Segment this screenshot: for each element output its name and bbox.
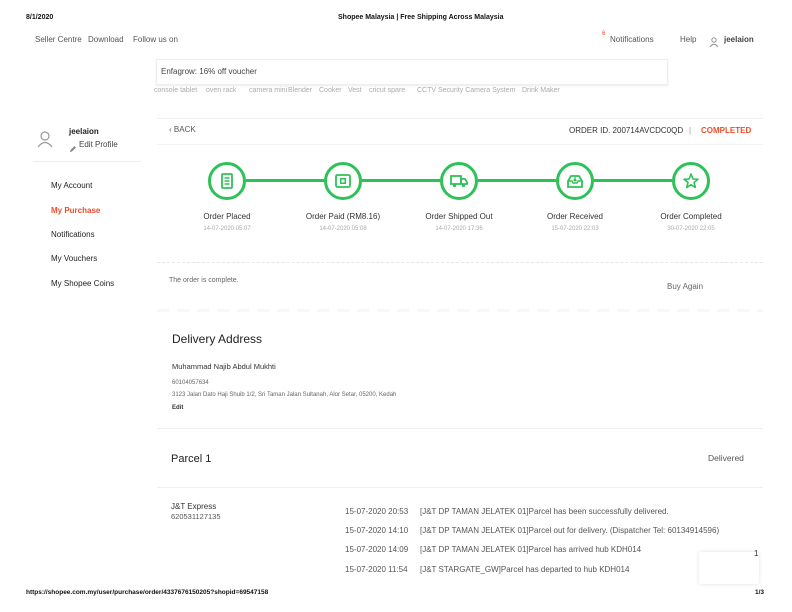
tracking-desc: [J&T DP TAMAN JELATEK 01]Parcel out for … [420,526,720,535]
suggestion-item[interactable]: Cooker [319,87,342,94]
main-panel-top-border [157,118,763,119]
delivery-address-heading: Delivery Address [172,332,263,346]
step-order-shipped [440,162,478,200]
follow-us-link[interactable]: Follow us on [133,35,178,44]
complete-message: The order is complete. [169,277,239,284]
user-icon[interactable] [709,34,719,48]
avatar[interactable] [35,129,55,149]
step-connector [594,179,672,182]
step-order-received [556,162,594,200]
step-time: 15-07-2020 22:03 [551,226,599,232]
tracking-number: 620531127135 [171,512,221,521]
step-label: Order Paid (RM8.16) [305,212,381,221]
recipient-name: Muhammad Najib Abdul Mukhti [172,362,276,371]
back-label: BACK [173,125,196,134]
recipient-phone: 60104057634 [172,380,209,386]
suggestion-item[interactable]: Vest [348,87,362,94]
step-order-completed [672,162,710,200]
courier-name: J&T Express [171,502,217,511]
tracking-desc: [J&T DP TAMAN JELATEK 01]Parcel has been… [420,507,669,516]
step-time: 14-07-2020 05:08 [319,226,367,232]
recipient-address: 3123 Jalan Dato Haji Shuib 1/2, Sri Tama… [172,392,397,398]
edit-profile-link[interactable]: Edit Profile [79,140,118,149]
suggestion-item[interactable]: cricut spare [369,87,405,94]
step-connector [246,179,324,182]
chat-widget[interactable] [699,552,759,584]
tracking-desc: [J&T STARGATE_GW]Parcel has departed to … [420,565,630,574]
username-link[interactable]: jeelaion [724,35,754,44]
sidebar-item-my-vouchers[interactable]: My Vouchers [51,254,97,263]
tracking-time: 15-07-2020 14:10 [345,526,409,535]
chat-badge: 1 [754,549,759,558]
print-url: https://shopee.com.my/user/purchase/orde… [26,589,269,596]
suggestion-item[interactable]: console tablet [154,87,197,94]
inbox-icon [567,175,583,188]
tracking-time: 15-07-2020 11:54 [345,565,408,574]
step-label: Order Shipped Out [425,212,493,221]
suggestion-item[interactable]: oven rack [206,87,236,94]
sidebar-item-my-purchase[interactable]: My Purchase [51,206,100,215]
step-label: Order Placed [203,212,251,221]
receipt-icon [221,173,233,189]
step-label: Order Received [546,212,604,221]
print-title: Shopee Malaysia | Free Shipping Across M… [338,14,504,21]
print-page-number: 1/3 [755,589,765,596]
buy-again-button[interactable]: Buy Again [667,282,703,291]
parcel-divider [157,428,763,429]
order-id-separator: | [689,126,692,135]
tracking-time: 15-07-2020 20:53 [345,507,409,516]
star-icon [683,173,699,189]
suggestion-item[interactable]: Drink Maker [522,87,560,94]
step-order-placed [208,162,246,200]
notification-badge: 6 [602,31,606,37]
truck-icon [450,175,468,188]
order-header-divider [157,144,763,145]
sidebar-item-my-account[interactable]: My Account [51,181,92,190]
order-id: ORDER ID. 200714AVCDC0QD [569,126,684,135]
parcel-header-divider [157,487,763,488]
search-input-value[interactable]: Enfagrow: 16% off voucher [161,67,257,76]
suggestion-item[interactable]: CCTV Security Camera System [417,87,515,94]
step-time: 14-07-2020 17:36 [435,226,483,232]
address-border [157,309,763,312]
sidebar-username: jeelaion [69,127,99,136]
tracking-time: 15-07-2020 14:09 [345,545,409,554]
step-order-paid [324,162,362,200]
tracking-desc: [J&T DP TAMAN JELATEK 01]Parcel has arri… [420,545,642,554]
download-link[interactable]: Download [88,35,124,44]
sidebar-item-my-shopee-coins[interactable]: My Shopee Coins [51,279,114,288]
sidebar-divider [33,161,141,162]
seller-centre-link[interactable]: Seller Centre [35,35,82,44]
parcel-title: Parcel 1 [171,453,212,465]
parcel-status: Delivered [708,453,744,463]
step-connector [478,179,556,182]
edit-address-link[interactable]: Edit [172,405,183,411]
step-divider [157,262,763,263]
notifications-link[interactable]: Notifications [610,35,654,44]
suggestion-item[interactable]: Blender [288,87,312,94]
step-label: Order Completed [660,212,722,221]
sidebar-item-notifications[interactable]: Notifications [51,230,95,239]
pencil-icon[interactable] [69,140,77,152]
print-date: 8/1/2020 [26,14,54,21]
payment-icon [335,174,351,188]
order-status: COMPLETED [701,126,752,135]
step-time: 14-07-2020 05:07 [203,226,251,232]
step-connector [362,179,440,182]
suggestion-item[interactable]: camera mini [249,87,287,94]
back-button[interactable]: ‹ BACK [169,125,196,134]
step-time: 30-07-2020 22:05 [667,226,715,232]
help-link[interactable]: Help [680,35,696,44]
